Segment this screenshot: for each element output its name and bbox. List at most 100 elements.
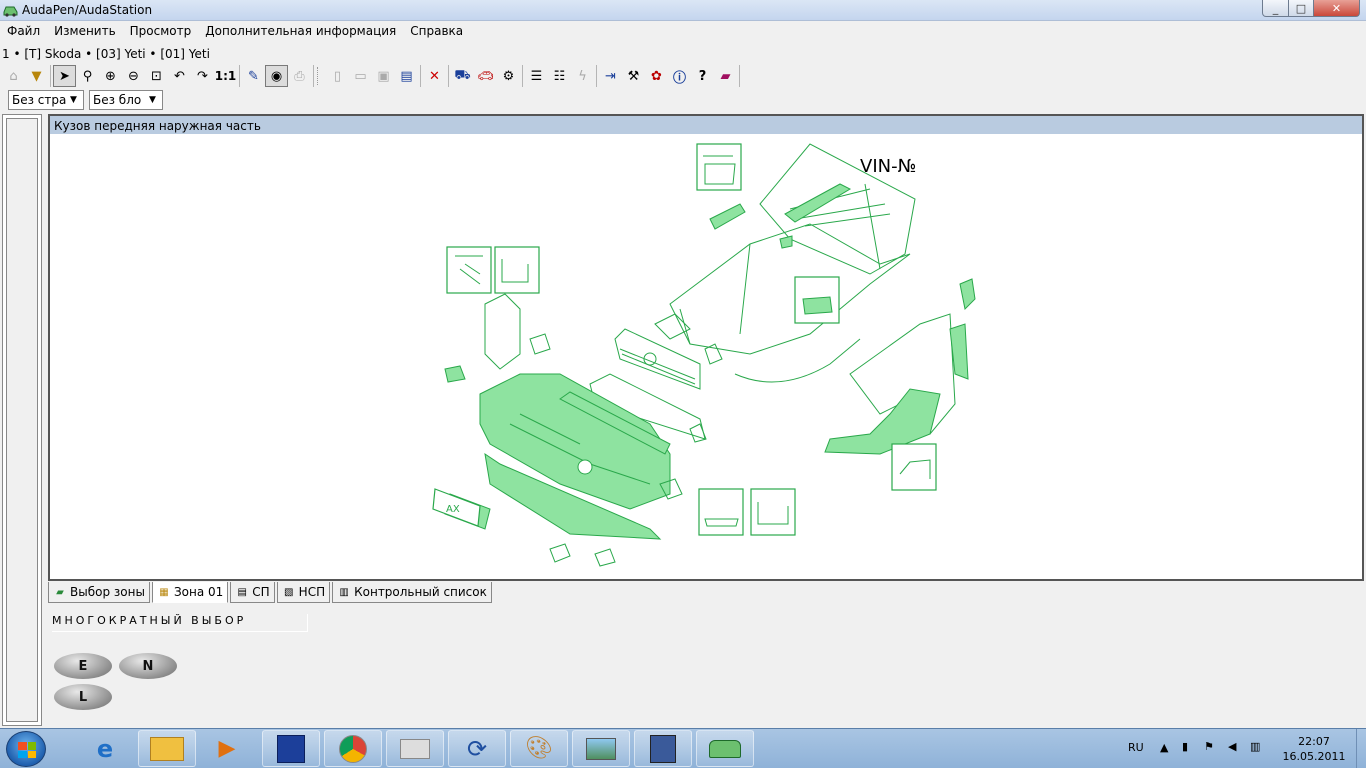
calculator-icon[interactable] (634, 730, 692, 767)
tab-label: Зона 01 (173, 585, 224, 599)
help-icon[interactable]: ? (691, 65, 714, 87)
close-button[interactable]: ✕ (1313, 0, 1360, 17)
tab-label: СП (252, 585, 270, 599)
zone-tabs: ▰ Выбор зоны ▦ Зона 01 ▤ СП ▧ НСП ▥ Конт… (48, 582, 1364, 604)
e-button[interactable]: E (54, 653, 112, 679)
zoom-in-icon[interactable]: ⊕ (99, 65, 122, 87)
ie-icon[interactable]: e (76, 730, 134, 767)
book-icon[interactable]: ▰ (714, 65, 737, 87)
tab-label: Выбор зоны (70, 585, 145, 599)
taskbar: e ▶ ⟳ 🎨︎ RU ▲ ▮ ⚑ ◀ ▥ 22:07 16.05.2011 (0, 728, 1366, 768)
audastation-icon[interactable] (696, 730, 754, 767)
list-add-icon[interactable]: ☰ (525, 65, 548, 87)
license-plate-part[interactable]: AX (432, 488, 481, 527)
show-desktop-button[interactable] (1356, 729, 1366, 768)
tab-checklist[interactable]: ▥ Контрольный список (332, 582, 492, 603)
parts-diagram[interactable]: .p { fill: #8ee3a0; stroke: #2aa84b; str… (50, 134, 1362, 579)
n-button[interactable]: N (119, 653, 177, 679)
media-player-icon[interactable]: ▶ (198, 730, 256, 767)
save-icon[interactable]: ▣ (372, 65, 395, 87)
list-remove-icon[interactable]: ☷ (548, 65, 571, 87)
bracket-parts[interactable] (654, 313, 723, 443)
menu-edit[interactable]: Изменить (47, 21, 123, 43)
info-box-bumper-outline[interactable] (750, 488, 796, 536)
fog-light-part[interactable] (444, 365, 466, 383)
open-icon[interactable]: ▭ (349, 65, 372, 87)
chevron-down-icon: ▼ (149, 95, 156, 105)
maximize-button[interactable]: □ (1288, 0, 1314, 17)
properties-icon[interactable]: ▤ (395, 65, 418, 87)
eye-icon[interactable]: ◉ (265, 65, 288, 87)
print-icon[interactable]: ⎙ (288, 65, 311, 87)
chrome-icon[interactable] (324, 730, 382, 767)
zoom-out-icon[interactable]: ⊖ (122, 65, 145, 87)
menu-view[interactable]: Просмотр (123, 21, 199, 43)
left-panel (2, 114, 42, 726)
tools-icon[interactable]: ⚒ (622, 65, 645, 87)
info-box-windshield[interactable] (696, 143, 742, 191)
paint-icon[interactable]: 🎨︎ (510, 730, 568, 767)
country-combo-value: Без стра (12, 93, 66, 107)
settings-icon[interactable]: ⚙ (497, 65, 520, 87)
info-box-bumper[interactable] (698, 488, 744, 536)
minimize-icon: _ (1272, 1, 1279, 15)
floppy-icon[interactable] (262, 730, 320, 767)
start-button[interactable] (6, 731, 46, 767)
bottom-panel: МНОГОКРАТНЫЙ ВЫБОР E N L (48, 606, 1364, 726)
clip-part[interactable] (779, 235, 793, 249)
nsp-icon: ▧ (283, 586, 294, 598)
photo-icon[interactable] (572, 730, 630, 767)
pen-icon[interactable]: ✎ (242, 65, 265, 87)
language-indicator[interactable]: RU (1128, 741, 1144, 754)
keyboard-icon[interactable] (386, 730, 444, 767)
import-icon[interactable]: ⇥ (599, 65, 622, 87)
menu-help[interactable]: Справка (403, 21, 470, 43)
sync-icon[interactable]: ⟳ (448, 730, 506, 767)
tray-arrow-icon[interactable]: ▲ (1160, 741, 1168, 754)
block-combo-value: Без бло (93, 93, 142, 107)
zoom-fit-icon[interactable]: ⊡ (145, 65, 168, 87)
device-icon[interactable]: ▮ (1182, 740, 1188, 753)
clock-time: 22:07 (1298, 735, 1330, 748)
info-box-headlight-outline[interactable] (494, 246, 540, 294)
actual-size-icon[interactable]: 1:1 (214, 65, 237, 87)
info-box-fender[interactable] (891, 443, 937, 491)
new-icon[interactable]: ▯ (326, 65, 349, 87)
clock[interactable]: 22:07 16.05.2011 (1282, 734, 1346, 764)
lightning-icon[interactable]: ϟ (571, 65, 594, 87)
headlight-part[interactable] (484, 293, 551, 370)
redo-icon[interactable]: ↷ (191, 65, 214, 87)
info-box-headlight[interactable] (446, 246, 492, 294)
l-button[interactable]: L (54, 684, 112, 710)
tab-nsp[interactable]: ▧ НСП (276, 582, 331, 603)
flag-icon[interactable]: ⚑ (1204, 740, 1214, 753)
search-icon[interactable]: ⚲ (76, 65, 99, 87)
info-box-hood[interactable] (794, 276, 840, 324)
tab-zone-01[interactable]: ▦ Зона 01 (151, 582, 229, 603)
country-combo[interactable]: Без стра ▼ (8, 90, 84, 110)
menu-file[interactable]: Файл (0, 21, 47, 43)
delete-icon[interactable]: ✕ (423, 65, 446, 87)
toolbar: ⌂ ▼ ➤ ⚲ ⊕ ⊖ ⊡ ↶ ↷ 1:1 ✎ ◉ ⎙ ▯ ▭ ▣ ▤ ✕ ⛟ … (0, 64, 1366, 88)
block-combo[interactable]: Без бло ▼ (89, 90, 163, 110)
home-icon[interactable]: ⌂ (2, 65, 25, 87)
parts-icon[interactable]: ✿ (645, 65, 668, 87)
pointer-icon[interactable]: ➤ (53, 65, 76, 87)
fender-part[interactable] (824, 278, 976, 455)
volume-icon[interactable]: ◀ (1228, 740, 1236, 753)
cable-part[interactable] (734, 338, 861, 383)
minimize-button[interactable]: _ (1262, 0, 1289, 17)
tab-sp[interactable]: ▤ СП (230, 582, 275, 603)
wiper-part[interactable] (709, 203, 746, 230)
export-icon[interactable]: ▼ (25, 65, 48, 87)
diagram-title: Кузов передняя наружная часть (50, 116, 1362, 134)
explorer-icon[interactable] (138, 730, 196, 767)
info-icon[interactable]: ⓘ (668, 65, 691, 87)
tab-zone-select[interactable]: ▰ Выбор зоны (48, 582, 150, 603)
menu-additional-info[interactable]: Дополнительная информация (198, 21, 403, 43)
network-icon[interactable]: ▥ (1250, 740, 1260, 753)
car-icon[interactable]: 🚗︎ (474, 65, 497, 87)
close-icon: ✕ (1331, 1, 1342, 15)
undo-icon[interactable]: ↶ (168, 65, 191, 87)
cart-icon[interactable]: ⛟ (451, 65, 474, 87)
